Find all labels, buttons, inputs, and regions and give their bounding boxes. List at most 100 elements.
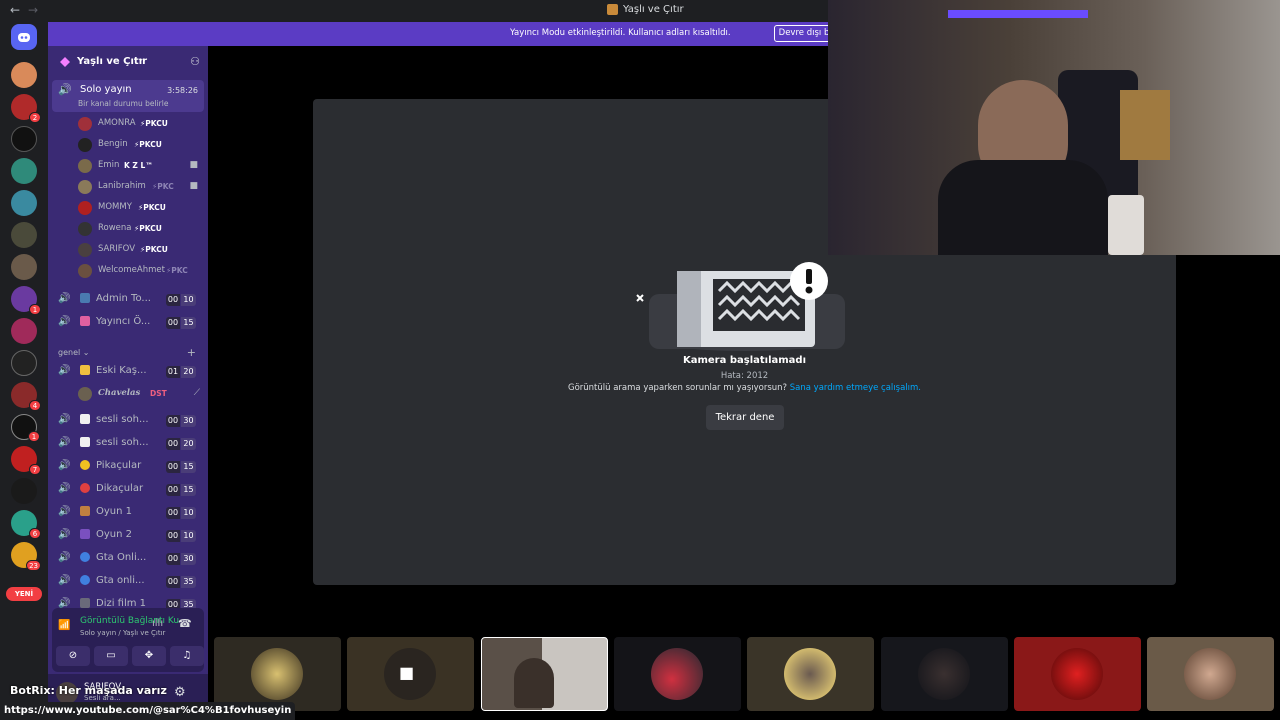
server-icon[interactable]: 4 xyxy=(11,382,41,411)
user-limit: 10 xyxy=(181,507,196,519)
voice-member[interactable]: Chavelas DST ⟋ xyxy=(78,384,204,404)
screen-share-off-icon: ⟋ xyxy=(193,388,200,398)
member-tag: ⚡PKCU xyxy=(134,140,162,149)
server-icon[interactable] xyxy=(11,126,37,152)
voice-channel[interactable]: 🔊 sesli soh... 00 30 xyxy=(52,410,204,432)
participant-tile[interactable] xyxy=(1147,637,1274,711)
server-icon[interactable] xyxy=(11,190,37,216)
heart-icon xyxy=(80,483,90,493)
participant-tile[interactable]: ■ xyxy=(347,637,474,711)
member-tag: ⚡PKCU xyxy=(134,224,162,233)
voice-member[interactable]: SARIFOV ⚡PKCU xyxy=(78,240,204,260)
voice-channel[interactable]: 🔊 Gta Onli... 00 30 xyxy=(52,548,204,570)
user-count: 00 xyxy=(166,461,180,473)
user-limit: 20 xyxy=(181,366,196,378)
voice-member[interactable]: Lanibrahim ⚡PKC ■ xyxy=(78,177,204,197)
camera-off-button[interactable]: ⊘ xyxy=(56,646,90,666)
user-limit: 30 xyxy=(181,553,196,565)
voice-channel[interactable]: 🔊 Yayıncı Ö... 00 15 xyxy=(52,312,204,334)
speaker-icon: 🔊 xyxy=(58,83,72,96)
voice-member[interactable]: WelcomeAhmet ⚡PKC xyxy=(78,261,204,281)
microphone xyxy=(1108,195,1144,255)
server-icon[interactable]: 6 xyxy=(11,510,41,539)
server-icon[interactable]: 2 xyxy=(11,94,41,123)
user-count: 00 xyxy=(166,438,180,450)
user-count: 00 xyxy=(166,484,180,496)
back-arrow-icon[interactable]: ← xyxy=(10,3,20,17)
voice-member[interactable]: Rowena ⚡PKCU xyxy=(78,219,204,239)
camera-icon: ■ xyxy=(399,663,415,682)
voice-member[interactable]: Bengin ⚡PKCU xyxy=(78,135,204,155)
channel-sidebar: Yaşlı ve Çıtır ⌄ ⚇ 🔊 Solo yayın 3:58:26 … xyxy=(48,46,208,720)
voice-channel[interactable]: 🔊 Admin To... 00 10 xyxy=(52,289,204,311)
speaker-icon: 🔊 xyxy=(58,460,71,471)
server-icon[interactable]: 1 xyxy=(11,414,40,442)
server-icon[interactable] xyxy=(11,478,37,504)
member-name: Rowena xyxy=(98,223,132,233)
server-icon[interactable] xyxy=(11,222,37,248)
speaker-icon: 🔊 xyxy=(58,483,71,494)
film-icon xyxy=(80,598,90,608)
add-channel-icon[interactable]: + xyxy=(187,346,196,359)
speaker-icon: 🔊 xyxy=(58,575,71,586)
guild-header[interactable]: Yaşlı ve Çıtır ⌄ ⚇ xyxy=(48,46,208,78)
new-badge[interactable]: YENİ xyxy=(6,587,42,601)
participant-tile[interactable] xyxy=(881,637,1008,711)
avatar xyxy=(78,387,92,401)
noise-suppression-icon[interactable]: ıllı xyxy=(152,618,163,629)
member-tag: DST xyxy=(150,389,167,398)
server-icon[interactable]: 1 xyxy=(11,286,41,315)
avatar xyxy=(78,264,92,278)
speaker-icon: 🔊 xyxy=(58,506,71,517)
video-feed xyxy=(514,658,554,708)
server-icon[interactable] xyxy=(11,158,37,184)
help-link[interactable]: Sana yardım etmeye çalışalım. xyxy=(790,383,921,393)
participant-tile[interactable] xyxy=(614,637,741,711)
soundboard-button[interactable]: ♫ xyxy=(170,646,204,666)
voice-member[interactable]: MOMMY ⚡PKCU xyxy=(78,198,204,218)
voice-channel[interactable]: 🔊 Gta onli... 00 35 xyxy=(52,571,204,593)
user-limit: 15 xyxy=(181,317,196,329)
voice-channel[interactable]: 🔊 sesli soh... 00 20 xyxy=(52,433,204,455)
streamer-body xyxy=(938,160,1108,255)
connection-location[interactable]: Solo yayın / Yaşlı ve Çıtır xyxy=(80,629,165,637)
avatar xyxy=(78,117,92,131)
participant-tile[interactable] xyxy=(747,637,874,711)
voice-channel[interactable]: 🔊 Oyun 1 00 10 xyxy=(52,502,204,524)
avatar xyxy=(784,648,836,700)
server-icon[interactable] xyxy=(11,62,37,88)
channel-name: sesli soh... xyxy=(96,437,149,448)
category-genel[interactable]: genel ⌄ xyxy=(58,348,89,357)
signal-icon[interactable]: 📶 xyxy=(58,620,70,631)
channel-name: Eski Kaş... xyxy=(96,365,147,376)
voice-channel[interactable]: 🔊 Oyun 2 00 10 xyxy=(52,525,204,547)
discord-home-icon[interactable] xyxy=(11,24,37,50)
voice-member[interactable]: AMONRA ⚡PKCU xyxy=(78,114,204,134)
invite-icon[interactable]: ⚇ xyxy=(190,55,200,68)
server-icon[interactable] xyxy=(11,350,37,376)
member-name: Emin xyxy=(98,160,120,170)
status-url: https://www.youtube.com/@sar%C4%B1fovhus… xyxy=(0,702,296,720)
server-icon[interactable] xyxy=(11,254,37,280)
channel-status-hint[interactable]: Bir kanal durumu belirle xyxy=(78,99,168,108)
active-voice-channel[interactable]: 🔊 Solo yayın 3:58:26 Bir kanal durumu be… xyxy=(52,80,204,112)
voice-channel[interactable]: 🔊 Dikaçular 00 15 xyxy=(52,479,204,501)
voice-channel[interactable]: 🔊 Eski Kaş... 01 20 xyxy=(52,361,204,383)
chevron-down-icon: ⌄ xyxy=(137,54,145,64)
voice-member[interactable]: Emin K Z L™ ■ xyxy=(78,156,204,176)
participant-video-tile[interactable] xyxy=(481,637,608,711)
participant-tile[interactable] xyxy=(1014,637,1141,711)
avatar xyxy=(78,243,92,257)
server-icon[interactable]: 7 xyxy=(11,446,41,475)
screen-share-button[interactable]: ▭ xyxy=(94,646,128,666)
settings-gear-icon[interactable]: ⚙ xyxy=(174,685,186,700)
forward-arrow-icon[interactable]: → xyxy=(28,3,38,17)
retry-button[interactable]: Tekrar dene xyxy=(706,405,784,430)
server-icon[interactable]: 23 xyxy=(11,542,41,571)
server-icon[interactable] xyxy=(11,318,37,344)
member-tag: ⚡PKCU xyxy=(138,203,166,212)
disconnect-icon[interactable]: ☎ xyxy=(178,617,192,630)
voice-channel[interactable]: 🔊 Pikaçular 00 15 xyxy=(52,456,204,478)
participant-tile[interactable] xyxy=(214,637,341,711)
activities-button[interactable]: ✥ xyxy=(132,646,166,666)
